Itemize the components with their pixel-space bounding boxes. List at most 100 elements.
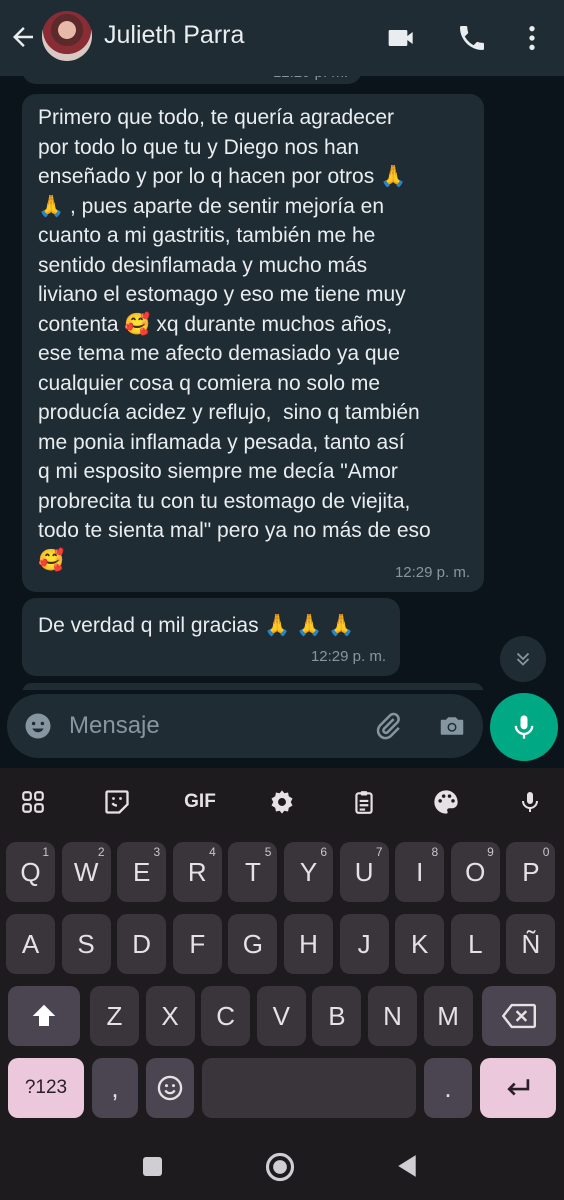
chat-header: Julieth Parra — [0, 0, 564, 76]
shift-arrow-icon — [32, 1004, 56, 1026]
key-v[interactable]: V — [256, 986, 306, 1046]
message-bubble[interactable]: 12:29 p. m. — [22, 76, 362, 84]
sticker-icon[interactable] — [99, 784, 135, 820]
key-m[interactable]: M — [423, 986, 473, 1046]
enter-arrow-icon — [507, 1079, 530, 1096]
key-w[interactable]: W2 — [61, 842, 111, 902]
key-s[interactable]: S — [61, 914, 111, 974]
key-j[interactable]: J — [339, 914, 389, 974]
shift-key[interactable] — [8, 986, 80, 1046]
arrow-back-icon[interactable] — [8, 22, 38, 52]
period-key[interactable]: . — [424, 1058, 472, 1118]
key-a[interactable]: A — [6, 914, 55, 974]
enter-key[interactable] — [480, 1058, 556, 1118]
mic-icon — [514, 715, 534, 739]
key-number-hint: 8 — [431, 845, 439, 859]
key-r[interactable]: R4 — [172, 842, 222, 902]
key-o[interactable]: O9 — [450, 842, 500, 902]
double-chevron-down-icon — [516, 652, 530, 666]
key-number-hint: 5 — [264, 845, 272, 859]
key-b[interactable]: B — [312, 986, 362, 1046]
back-nav-button[interactable] — [396, 1154, 418, 1178]
key-l[interactable]: L — [450, 914, 500, 974]
home-button[interactable] — [265, 1152, 295, 1182]
key-label: Z — [106, 1000, 123, 1031]
palette-icon[interactable] — [428, 784, 464, 820]
key-c[interactable]: C — [201, 986, 251, 1046]
settings-gear-icon[interactable] — [264, 784, 300, 820]
key-z[interactable]: Z — [90, 986, 139, 1046]
key-p[interactable]: P0 — [506, 842, 556, 902]
key-y[interactable]: Y6 — [284, 842, 333, 902]
key-number-hint: 1 — [42, 845, 49, 859]
voice-input-icon[interactable] — [512, 784, 548, 820]
message-input[interactable]: Mensaje — [69, 712, 160, 740]
backspace-key[interactable] — [482, 986, 556, 1046]
key-k[interactable]: K — [395, 914, 445, 974]
key-number-hint: 7 — [375, 845, 383, 859]
key-label: S — [77, 928, 95, 959]
key-g[interactable]: G — [228, 914, 278, 974]
key-label: W — [73, 856, 99, 887]
message-text: Primero que todo, te quería agradecer por… — [38, 103, 431, 575]
scroll-down-button[interactable] — [500, 636, 546, 682]
message-line: todo te sienta mal" pero ya no más de es… — [38, 519, 431, 542]
key-label: F — [189, 928, 206, 959]
phone-icon[interactable] — [456, 22, 488, 54]
comma-key[interactable]: , — [92, 1058, 138, 1118]
message-line: sentido desinflamada y mucho más — [38, 253, 368, 277]
message-line: 🙏 , pues aparte de sentir mejoría en — [38, 194, 384, 218]
message-line: probrecita tu con tu estomago de viejita… — [38, 489, 411, 513]
avatar[interactable] — [42, 11, 92, 61]
message-line: liviano el estomago y eso me tiene muy — [38, 283, 406, 306]
key-q[interactable]: Q1 — [6, 842, 55, 902]
chat-area[interactable]: 12:29 p. m. Primero que todo, te quería … — [0, 76, 564, 690]
gif-button[interactable]: GIF — [180, 784, 220, 820]
voice-message-button[interactable] — [490, 693, 558, 761]
key-label: E — [133, 856, 151, 887]
key-label: T — [244, 856, 261, 887]
key-number-hint: 6 — [320, 845, 327, 859]
key-x[interactable]: X — [145, 986, 195, 1046]
more-vert-icon[interactable] — [516, 22, 548, 54]
camera-icon[interactable] — [437, 711, 467, 741]
space-key[interactable] — [202, 1058, 416, 1118]
key-d[interactable]: D — [117, 914, 167, 974]
message-input-bar[interactable]: Mensaje — [7, 694, 483, 758]
key-u[interactable]: U7 — [339, 842, 389, 902]
key-label: V — [272, 1000, 290, 1031]
key-ñ[interactable]: Ñ — [506, 914, 556, 974]
key-label: B — [328, 1000, 346, 1031]
video-call-icon[interactable] — [386, 22, 418, 54]
contact-name[interactable]: Julieth Parra — [104, 21, 244, 50]
symbols-key[interactable]: ?123 — [8, 1058, 84, 1118]
system-nav-bar — [0, 1128, 564, 1200]
key-label: N — [383, 1000, 402, 1031]
apps-grid-icon[interactable] — [15, 784, 51, 820]
key-h[interactable]: H — [284, 914, 333, 974]
key-label: K — [411, 928, 429, 959]
message-bubble[interactable]: Primero que todo, te quería agradecer por… — [22, 94, 484, 592]
key-label: I — [416, 856, 424, 887]
key-t[interactable]: T5 — [228, 842, 278, 902]
attach-icon[interactable] — [373, 711, 403, 741]
key-label: H — [299, 928, 318, 959]
recent-apps-button[interactable] — [143, 1157, 162, 1176]
message-bubble[interactable]: De verdad q mil gracias 🙏 🙏 🙏 12:29 p. m… — [22, 598, 400, 676]
message-bubble[interactable] — [22, 683, 484, 690]
emoji-icon[interactable] — [23, 711, 53, 741]
message-line: cuanto a mi gastritis, también me he — [38, 224, 376, 247]
clipboard-icon[interactable] — [346, 784, 382, 820]
key-number-hint: 2 — [97, 845, 105, 859]
key-number-hint: 3 — [153, 845, 161, 859]
key-i[interactable]: I8 — [395, 842, 445, 902]
key-number-hint: 9 — [487, 845, 494, 859]
key-e[interactable]: E3 — [117, 842, 167, 902]
key-label: R — [187, 856, 207, 887]
message-line: Primero que todo, te quería agradecer — [38, 106, 395, 129]
key-f[interactable]: F — [172, 914, 222, 974]
message-line: De verdad q mil gracias 🙏 🙏 🙏 — [38, 614, 355, 637]
message-time: 12:29 p. m. — [394, 564, 470, 581]
emoji-key[interactable] — [146, 1058, 194, 1118]
key-n[interactable]: N — [368, 986, 417, 1046]
